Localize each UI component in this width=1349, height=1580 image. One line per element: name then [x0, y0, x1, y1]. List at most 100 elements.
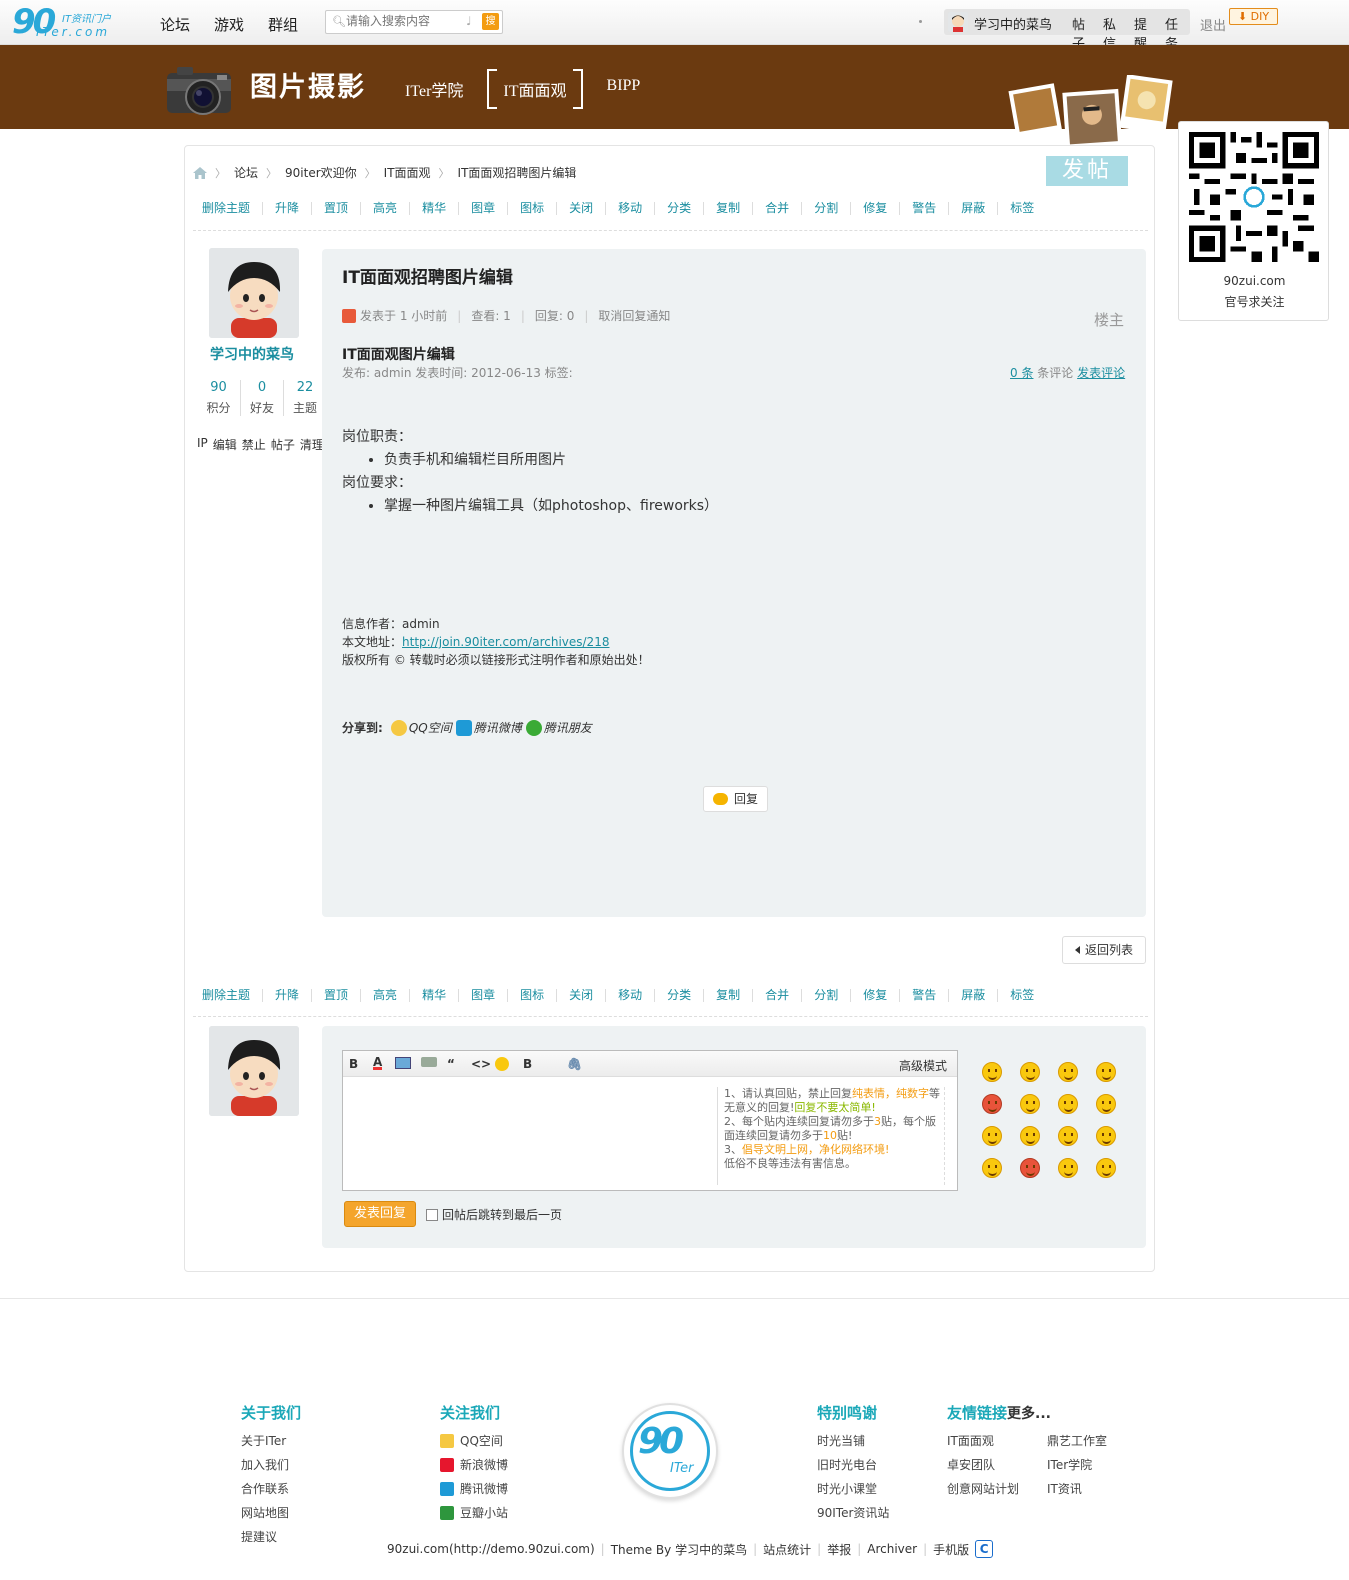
mod-block[interactable]: 屏蔽 [948, 202, 997, 215]
author-name[interactable]: 学习中的菜鸟 [210, 344, 310, 364]
unsubscribe-link[interactable]: 取消回复通知 [598, 307, 670, 324]
mod-move[interactable]: 移动 [605, 202, 654, 215]
mod-sticky[interactable]: 置顶 [311, 989, 360, 1002]
microphone-icon[interactable]: ♩ [466, 14, 472, 28]
write-comment-link[interactable]: 发表评论 [1077, 366, 1125, 380]
mod-warn[interactable]: 警告 [899, 202, 948, 215]
footer-link[interactable]: 创意网站计划 [947, 1477, 1019, 1501]
footer-archiver-link[interactable]: Archiver [867, 1542, 917, 1556]
author-link-edit[interactable]: 编辑 [213, 436, 237, 453]
smiley-sleepy-icon[interactable] [1096, 1158, 1116, 1178]
mod-delete[interactable]: 删除主题 [202, 989, 262, 1002]
nav-games[interactable]: 游戏 [214, 14, 244, 35]
mod-sticky[interactable]: 置顶 [311, 202, 360, 215]
smiley-wink-icon[interactable] [982, 1158, 1002, 1178]
font-color-icon[interactable]: A [373, 1056, 383, 1070]
home-icon[interactable] [193, 166, 207, 179]
share-qzone[interactable]: QQ空间 [390, 719, 452, 736]
footer-link[interactable]: IT资讯 [1047, 1477, 1107, 1501]
submit-reply-button[interactable]: 发表回复 [344, 1201, 416, 1227]
footer-link[interactable]: IT面面观 [947, 1429, 1019, 1453]
mod-stamp[interactable]: 图章 [458, 989, 507, 1002]
mod-highlight[interactable]: 高亮 [360, 989, 409, 1002]
banner-nav-it-overview[interactable]: IT面面观 [487, 69, 583, 109]
share-tencent-weibo[interactable]: 腾讯微博 [455, 719, 522, 736]
mod-repair[interactable]: 修复 [850, 989, 899, 1002]
stat-points[interactable]: 90 积分 [197, 380, 240, 416]
share-tencent-friends[interactable]: 腾讯朋友 [525, 719, 592, 736]
footer-link[interactable]: 关于ITer [241, 1429, 301, 1453]
link-icon[interactable] [421, 1057, 437, 1067]
mod-stamp[interactable]: 图章 [458, 202, 507, 215]
diy-button[interactable]: ⬇ DIY [1229, 8, 1278, 25]
smiley-bigsmile-icon[interactable] [1096, 1126, 1116, 1146]
mod-merge[interactable]: 合并 [752, 989, 801, 1002]
footer-logo[interactable]: 90 ITer [622, 1403, 718, 1499]
breadcrumb-board[interactable]: IT面面观 [384, 164, 431, 181]
mod-bump[interactable]: 升降 [262, 202, 311, 215]
breadcrumb-thread[interactable]: IT面面观招聘图片编辑 [458, 164, 577, 181]
search-input[interactable] [346, 14, 466, 28]
author-avatar[interactable] [209, 248, 299, 338]
footer-theme-link[interactable]: Theme By 学习中的菜鸟 [611, 1541, 747, 1558]
mod-copy[interactable]: 复制 [703, 202, 752, 215]
mod-move[interactable]: 移动 [605, 989, 654, 1002]
mod-block[interactable]: 屏蔽 [948, 989, 997, 1002]
smiley-sad-icon[interactable] [1020, 1062, 1040, 1082]
mod-tag[interactable]: 标签 [997, 202, 1046, 215]
footer-report-link[interactable]: 举报 [827, 1541, 851, 1558]
follow-tencent-weibo[interactable]: 腾讯微博 [440, 1477, 508, 1501]
breadcrumb-welcome[interactable]: 90iter欢迎你 [285, 164, 357, 181]
breadcrumb-forum[interactable]: 论坛 [234, 164, 258, 181]
code-icon[interactable]: <> [471, 1057, 491, 1071]
reply-button[interactable]: 回复 [703, 786, 768, 812]
footer-link[interactable]: 90ITer资讯站 [817, 1501, 889, 1525]
footer-link[interactable]: 合作联系 [241, 1477, 301, 1501]
mod-merge[interactable]: 合并 [752, 202, 801, 215]
smiley-smile-icon[interactable] [982, 1062, 1002, 1082]
author-link-clean[interactable]: 清理 [300, 436, 324, 453]
logout-link[interactable]: 退出 [1200, 15, 1226, 34]
footer-link[interactable]: 加入我们 [241, 1453, 301, 1477]
comment-count-link[interactable]: 0 条 [1010, 366, 1033, 380]
mod-tag[interactable]: 标签 [997, 989, 1046, 1002]
mod-copy[interactable]: 复制 [703, 989, 752, 1002]
cnzz-icon[interactable]: C [975, 1540, 994, 1558]
smiley-angry-icon[interactable] [982, 1094, 1002, 1114]
author-link-ip[interactable]: IP [197, 436, 208, 453]
mod-category[interactable]: 分类 [654, 202, 703, 215]
author-link-posts[interactable]: 帖子 [271, 436, 295, 453]
mod-icon[interactable]: 图标 [507, 202, 556, 215]
smiley-icon[interactable] [495, 1057, 509, 1071]
mod-split[interactable]: 分割 [801, 989, 850, 1002]
smiley-tongue-icon[interactable] [1020, 1126, 1040, 1146]
back-to-list-button[interactable]: 返回列表 [1062, 936, 1146, 964]
mod-bump[interactable]: 升降 [262, 989, 311, 1002]
footer-link[interactable]: 提建议 [241, 1525, 301, 1549]
footer-site-link[interactable]: 90zui.com(http://demo.90zui.com) [387, 1542, 595, 1556]
attachment-icon[interactable]: 🖇︎ [567, 1057, 582, 1071]
mod-category[interactable]: 分类 [654, 989, 703, 1002]
mod-repair[interactable]: 修复 [850, 202, 899, 215]
mod-digest[interactable]: 精华 [409, 202, 458, 215]
footer-stats-link[interactable]: 站点统计 [763, 1541, 811, 1558]
footer-link[interactable]: 卓安团队 [947, 1453, 1019, 1477]
follow-qzone[interactable]: QQ空间 [440, 1429, 508, 1453]
follow-sina-weibo[interactable]: 新浪微博 [440, 1453, 508, 1477]
mod-highlight[interactable]: 高亮 [360, 202, 409, 215]
footer-link[interactable]: ITer学院 [1047, 1453, 1107, 1477]
image-icon[interactable] [395, 1057, 411, 1069]
smiley-mad-icon[interactable] [1020, 1158, 1040, 1178]
mod-split[interactable]: 分割 [801, 202, 850, 215]
mod-digest[interactable]: 精华 [409, 989, 458, 1002]
smiley-laugh-icon[interactable] [982, 1126, 1002, 1146]
author-link-ban[interactable]: 禁止 [242, 436, 266, 453]
smiley-annoyed-icon[interactable] [1058, 1126, 1078, 1146]
current-user-avatar[interactable] [209, 1026, 299, 1116]
mod-delete[interactable]: 删除主题 [202, 202, 262, 215]
footer-link[interactable]: 鼎艺工作室 [1047, 1429, 1107, 1453]
site-logo[interactable]: 90 IT资讯门户 ITer.com [12, 2, 132, 42]
footer-link[interactable]: 网站地图 [241, 1501, 301, 1525]
bold-text-icon[interactable]: B [523, 1057, 532, 1071]
username-link[interactable]: 学习中的菜鸟 [974, 14, 1052, 33]
